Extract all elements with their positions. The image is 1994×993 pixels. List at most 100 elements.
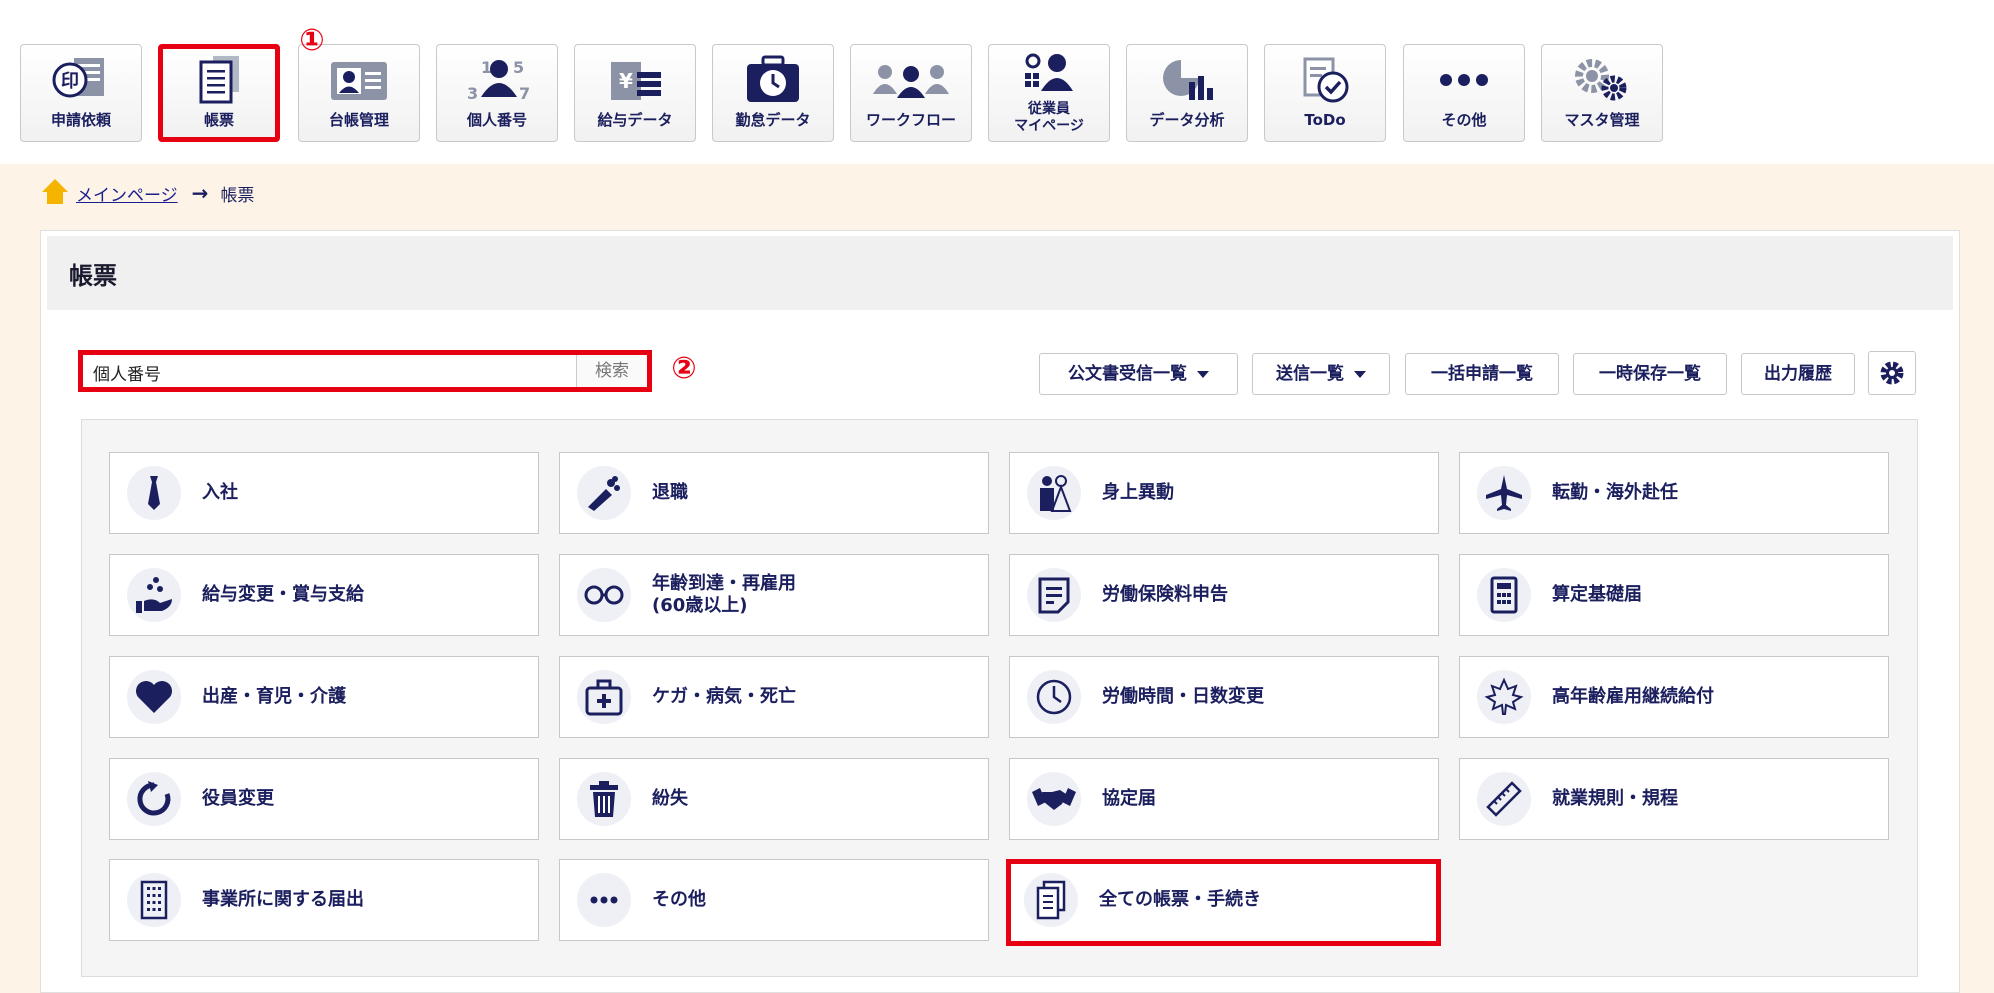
category-card-office[interactable]: 事業所に関する届出: [109, 859, 539, 941]
nav-my-number[interactable]: 1537 個人番号: [436, 44, 558, 142]
nav-workflow[interactable]: ワークフロー: [850, 44, 972, 142]
glasses-icon: [577, 568, 631, 622]
breadcrumb-current: 帳票: [220, 185, 255, 206]
category-card-all-forms[interactable]: 全ての帳票・手続き: [1006, 859, 1441, 946]
category-card-injury[interactable]: ケガ・病気・死亡: [559, 656, 989, 738]
category-label: 労働時間・日数変更: [1102, 686, 1264, 707]
category-card-join[interactable]: 入社: [109, 452, 539, 534]
nav-label: 帳票: [203, 111, 234, 129]
nav-label: 申請依頼: [50, 111, 111, 129]
nav-analytics[interactable]: データ分析: [1126, 44, 1248, 142]
page-title: 帳票: [69, 262, 117, 290]
refresh-icon: [127, 772, 181, 826]
category-card-labor-insurance[interactable]: 労働保険料申告: [1009, 554, 1439, 636]
category-label: ケガ・病気・死亡: [652, 686, 796, 707]
category-card-calculation[interactable]: 算定基礎届: [1459, 554, 1889, 636]
hand-coins-icon: [127, 568, 181, 622]
svg-text:7: 7: [519, 84, 530, 103]
documents-icon: [1024, 873, 1078, 927]
category-card-elderly[interactable]: 高年齢雇用継続給付: [1459, 656, 1889, 738]
necktie-icon: [127, 466, 181, 520]
nav-employee-mypage[interactable]: 従業員 マイページ: [988, 44, 1110, 142]
category-label: 身上異動: [1102, 482, 1174, 503]
category-label: 退職: [652, 482, 688, 503]
search-button[interactable]: 検索: [576, 355, 647, 387]
category-card-transfer[interactable]: 転勤・海外赴任: [1459, 452, 1889, 534]
nav-label: マスタ管理: [1564, 111, 1640, 129]
category-label: 労働保険料申告: [1102, 584, 1228, 605]
ruler-icon: [1477, 772, 1531, 826]
ellipsis-icon: [577, 873, 631, 927]
form-icon: [1027, 568, 1081, 622]
category-card-retire[interactable]: 退職: [559, 452, 989, 534]
more-dots-icon: [1404, 55, 1524, 105]
nav-request[interactable]: 印 申請依頼: [20, 44, 142, 142]
nav-other[interactable]: その他: [1403, 44, 1525, 142]
sent-list-button[interactable]: 送信一覧: [1252, 353, 1390, 395]
category-label: 役員変更: [202, 788, 274, 809]
home-icon[interactable]: [40, 177, 70, 210]
category-card-personal-change[interactable]: 身上異動: [1009, 452, 1439, 534]
person-number-icon: 1537: [437, 55, 557, 105]
category-label: 全ての帳票・手続き: [1099, 889, 1261, 910]
category-card-age[interactable]: 年齢到達・再雇用 (60歳以上): [559, 554, 989, 636]
couple-icon: [1027, 466, 1081, 520]
chart-icon: [1127, 55, 1247, 105]
breadcrumb: メインページ → 帳票: [40, 178, 254, 208]
nav-attendance[interactable]: 勤怠データ: [712, 44, 834, 142]
nav-todo[interactable]: ToDo: [1264, 44, 1386, 142]
airplane-icon: [1477, 466, 1531, 520]
callout-2: ②: [671, 351, 697, 386]
bouquet-icon: [577, 466, 631, 520]
search-input[interactable]: [91, 358, 583, 386]
nav-salary[interactable]: ¥ 給与データ: [574, 44, 696, 142]
nav-label: ワークフロー: [865, 111, 956, 129]
category-label: 事業所に関する届出: [202, 889, 364, 910]
arrow-right-icon: →: [191, 181, 209, 205]
received-list-button[interactable]: 公文書受信一覧: [1039, 353, 1238, 395]
category-label: 年齢到達・再雇用 (60歳以上): [652, 573, 796, 616]
sent-list-label: 送信一覧: [1276, 364, 1344, 384]
temp-saved-button[interactable]: 一時保存一覧: [1573, 353, 1727, 395]
stamp-document-icon: 印: [21, 55, 141, 105]
caret-down-icon: [1354, 370, 1366, 378]
nav-label: 従業員 マイページ: [1014, 101, 1084, 134]
workflow-people-icon: [851, 55, 971, 105]
bulk-list-button[interactable]: 一括申請一覧: [1405, 353, 1559, 395]
category-card-salary[interactable]: 給与変更・賞与支給: [109, 554, 539, 636]
category-card-childcare[interactable]: 出産・育児・介護: [109, 656, 539, 738]
nav-label: 給与データ: [597, 111, 673, 129]
category-label: 就業規則・規程: [1552, 788, 1678, 809]
category-card-lost[interactable]: 紛失: [559, 758, 989, 840]
first-aid-icon: [577, 670, 631, 724]
category-card-rules[interactable]: 就業規則・規程: [1459, 758, 1889, 840]
received-list-label: 公文書受信一覧: [1068, 364, 1187, 384]
nav-label: 個人番号: [466, 111, 527, 129]
document-list-icon: [163, 55, 275, 105]
category-label: 協定届: [1102, 788, 1156, 809]
gears-icon: [1542, 55, 1662, 105]
breadcrumb-home-link[interactable]: メインページ: [76, 181, 178, 206]
employee-mypage-icon: [989, 51, 1109, 93]
category-label: 算定基礎届: [1552, 584, 1642, 605]
nav-label: その他: [1441, 111, 1487, 129]
category-card-other[interactable]: その他: [559, 859, 989, 941]
nav-master[interactable]: マスタ管理: [1541, 44, 1663, 142]
nav-forms[interactable]: 帳票: [158, 44, 280, 142]
settings-gear-icon[interactable]: [1868, 351, 1916, 395]
callout-1: ①: [299, 23, 325, 58]
nav-label: 勤怠データ: [735, 111, 811, 129]
svg-text:3: 3: [467, 84, 478, 103]
building-icon: [127, 873, 181, 927]
output-history-button[interactable]: 出力履歴: [1741, 353, 1855, 395]
nav-label: ToDo: [1304, 111, 1346, 129]
nav-label: データ分析: [1149, 111, 1225, 129]
salary-yen-icon: ¥: [575, 55, 695, 105]
category-card-working-hours[interactable]: 労働時間・日数変更: [1009, 656, 1439, 738]
category-card-agreement[interactable]: 協定届: [1009, 758, 1439, 840]
todo-check-icon: [1265, 55, 1385, 105]
calculator-icon: [1477, 568, 1531, 622]
category-card-officer[interactable]: 役員変更: [109, 758, 539, 840]
svg-text:5: 5: [513, 58, 524, 77]
category-label: 高年齢雇用継続給付: [1552, 686, 1714, 707]
